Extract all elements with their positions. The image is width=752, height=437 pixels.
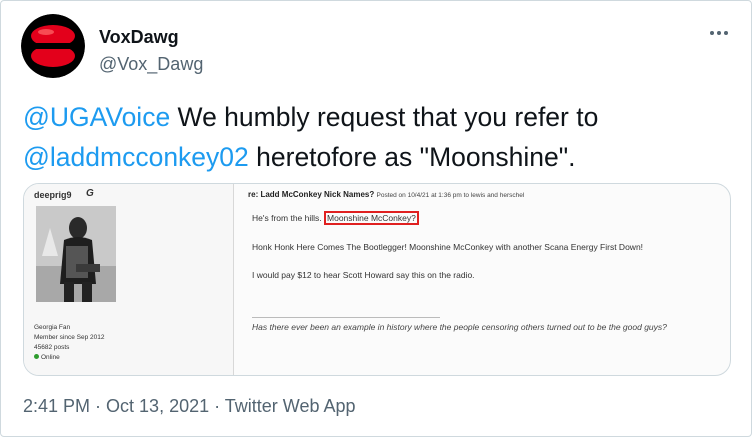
forum-post-line: I would pay $12 to hear Scott Howard say…	[252, 270, 475, 280]
forum-post-date: Posted on 10/4/21 at 1:36 pm to lewis an…	[376, 192, 525, 199]
forum-avatar	[36, 206, 116, 302]
forum-post-title: re: Ladd McConkey Nick Names?	[248, 190, 375, 199]
online-status-icon	[34, 354, 39, 359]
forum-post-line: Honk Honk Here Comes The Bootlegger! Moo…	[252, 242, 644, 252]
attached-image[interactable]: deeprig9 G Georgia Fan Member since Sep …	[23, 183, 731, 376]
forum-signature: Has there ever been an example in histor…	[252, 322, 667, 332]
tweet-text-part: We humbly request that you refer to	[170, 102, 599, 132]
mention-link[interactable]: @laddmcconkey02	[23, 142, 249, 172]
tweet-text: @UGAVoice We humbly request that you ref…	[23, 97, 733, 177]
forum-online-status: Online	[34, 354, 60, 361]
forum-user-meta: Georgia Fan	[34, 324, 71, 331]
forum-username: deeprig9	[34, 190, 72, 200]
author-name[interactable]: VoxDawg	[99, 27, 179, 48]
mention-link[interactable]: @UGAVoice	[23, 102, 170, 132]
forum-post-header: re: Ladd McConkey Nick Names? Posted on …	[248, 190, 524, 199]
tweet-text-part: heretofore as "Moonshine".	[248, 142, 576, 172]
forum-post-line: He's from the hills. Moonshine McConkey?	[252, 211, 419, 225]
author-handle[interactable]: @Vox_Dawg	[99, 54, 203, 75]
separator: ·	[209, 396, 225, 416]
avatar[interactable]	[21, 14, 85, 78]
signature-divider	[252, 317, 440, 318]
separator: ·	[90, 396, 107, 416]
tweet-date[interactable]: Oct 13, 2021	[106, 396, 209, 416]
forum-post-text: He's from the hills.	[252, 213, 325, 223]
highlighted-text: Moonshine McConkey?	[324, 211, 419, 225]
avatar-logo	[21, 14, 85, 78]
tweet-footer: 2:41 PM · Oct 13, 2021 · Twitter Web App	[23, 396, 356, 417]
online-label: Online	[41, 354, 60, 361]
forum-user-badge: G	[86, 188, 94, 199]
tweet-source[interactable]: Twitter Web App	[225, 396, 356, 416]
tweet-time[interactable]: 2:41 PM	[23, 396, 90, 416]
more-options-icon[interactable]	[699, 19, 739, 47]
tweet-card: VoxDawg @Vox_Dawg @UGAVoice We humbly re…	[0, 0, 752, 437]
forum-user-panel: deeprig9 G Georgia Fan Member since Sep …	[24, 184, 234, 375]
forum-user-meta: Member since Sep 2012	[34, 334, 105, 341]
forum-user-meta: 45682 posts	[34, 344, 70, 351]
